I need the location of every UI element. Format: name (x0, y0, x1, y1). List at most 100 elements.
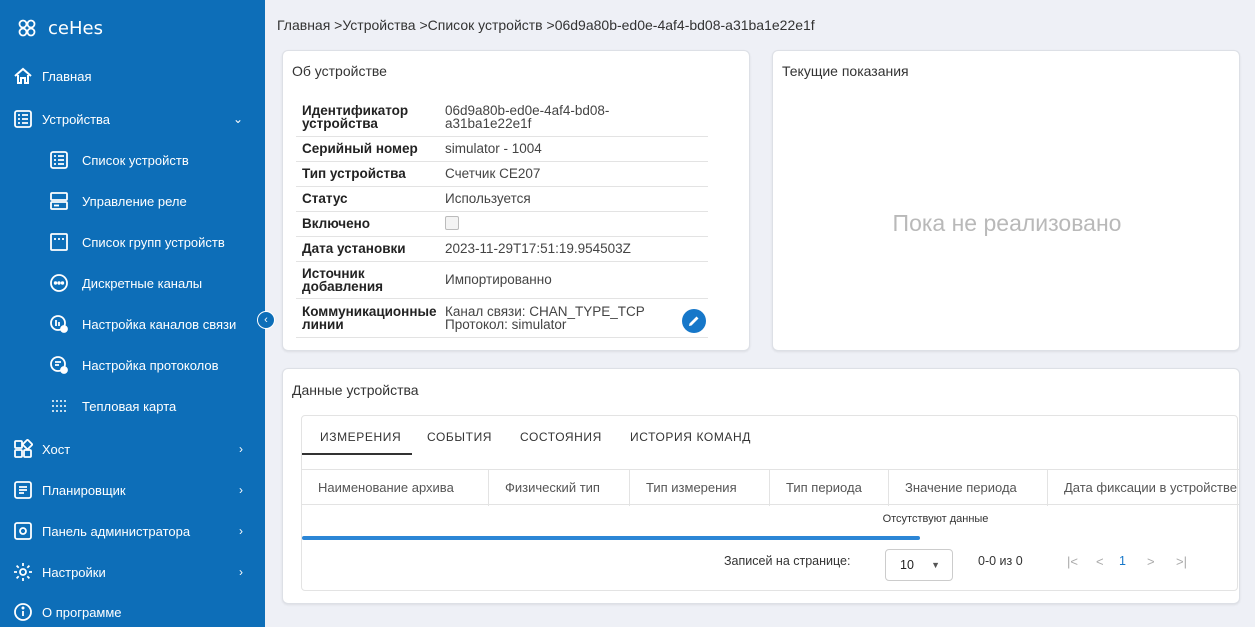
info-row-id: Идентификатор устройства 06d9a80b-ed0e-4a… (296, 99, 708, 137)
enabled-checkbox[interactable] (445, 215, 459, 230)
sidebar-item-label: Главная (42, 68, 92, 84)
info-value: Импортированно (445, 261, 708, 299)
last-page-icon[interactable]: >| (1176, 554, 1187, 569)
sidebar-item-label: Устройства (42, 111, 111, 127)
sidebar: ceHes Главная Устройства ⌄ Список устрой… (0, 0, 265, 627)
sidebar-item-home[interactable]: Главная (0, 56, 265, 96)
gear-icon (12, 561, 34, 583)
channel-settings-icon (48, 313, 70, 335)
info-row-install-date: Дата установки 2023-11-29T17:51:19.95450… (296, 236, 708, 262)
info-row-status: Статус Используется (296, 186, 708, 212)
table-header: Наименование архива Физический тип Тип и… (302, 469, 1239, 506)
chevron-down-icon: ⌄ (232, 112, 243, 126)
info-value: a31ba1e22e1f (445, 116, 532, 132)
info-row-type: Тип устройства Счетчик CE207 (296, 161, 708, 187)
breadcrumb: Главная >Устройства >Список устройств >0… (277, 17, 815, 33)
dots-circle-icon (48, 272, 70, 294)
edit-comm-lines-button[interactable] (682, 309, 706, 333)
sidebar-item-relay[interactable]: Управление реле (0, 181, 265, 221)
info-key: Серийный номер (296, 136, 445, 162)
sidebar-item-device-groups[interactable]: Список групп устройств (0, 222, 265, 262)
chevron-right-icon: › (239, 524, 243, 538)
info-key: Дата установки (296, 236, 445, 262)
info-key: Включено (296, 211, 445, 237)
home-icon (12, 65, 34, 87)
tab-events[interactable]: СОБЫТИЯ (427, 430, 492, 444)
info-value: Счетчик CE207 (445, 161, 708, 187)
info-key: линии (302, 316, 344, 332)
sidebar-item-admin[interactable]: Панель администратора › (0, 511, 265, 551)
column-header[interactable]: Тип периода (770, 470, 889, 506)
about-device-card: Об устройстве Идентификатор устройства 06… (282, 50, 750, 351)
column-header[interactable]: Дата фиксации в устройстве (1048, 470, 1239, 506)
chevron-right-icon: › (239, 442, 243, 456)
sidebar-collapse-button[interactable]: ‹ (257, 311, 275, 329)
list-box-icon (12, 108, 34, 130)
caret-down-icon: ▼ (931, 560, 940, 570)
sidebar-item-device-list[interactable]: Список устройств (0, 140, 265, 180)
sidebar-item-label: Настройки (42, 564, 106, 580)
chevron-right-icon: › (239, 483, 243, 497)
tab-measurements[interactable]: ИЗМЕРЕНИЯ (320, 430, 401, 444)
sidebar-item-heatmap[interactable]: Тепловая карта (0, 386, 265, 426)
sidebar-item-label: Настройка протоколов (82, 357, 219, 373)
info-key: устройства (302, 116, 378, 132)
sidebar-item-host[interactable]: Хост › (0, 429, 265, 469)
current-page[interactable]: 1 (1119, 554, 1126, 568)
column-header[interactable]: Физический тип (489, 470, 630, 506)
info-key: добавления (302, 278, 384, 294)
sidebar-item-label: Панель администратора (42, 523, 191, 539)
sidebar-item-label: Тепловая карта (82, 398, 177, 414)
sidebar-item-comm-channels[interactable]: Настройка каналов связи (0, 304, 265, 344)
next-page-icon[interactable]: > (1147, 554, 1155, 569)
first-page-icon[interactable]: |< (1067, 554, 1078, 569)
info-value: simulator - 1004 (445, 136, 708, 162)
card-title: Данные устройства (292, 382, 419, 398)
rows-per-page-value: 10 (900, 558, 914, 572)
sidebar-item-protocols[interactable]: Настройка протоколов (0, 345, 265, 385)
info-row-enabled: Включено (296, 211, 708, 237)
chevron-right-icon: › (239, 565, 243, 579)
tab-command-history[interactable]: ИСТОРИЯ КОМАНД (630, 430, 751, 444)
rows-per-page-label: Записей на странице: (724, 554, 851, 568)
info-value: 2023-11-29T17:51:19.954503Z (445, 236, 708, 262)
sidebar-item-scheduler[interactable]: Планировщик › (0, 470, 265, 510)
not-implemented-text: Пока не реализовано (892, 210, 1122, 236)
app-name: ceHes (48, 17, 103, 39)
list-box-icon (48, 149, 70, 171)
sidebar-item-label: Планировщик (42, 482, 126, 498)
sidebar-item-discrete-channels[interactable]: Дискретные каналы (0, 263, 265, 303)
app-logo-icon (18, 19, 36, 37)
brand[interactable]: ceHes (0, 0, 265, 56)
group-icon (48, 231, 70, 253)
info-key: Статус (296, 186, 445, 212)
device-data-card: Данные устройства ИЗМЕРЕНИЯ СОБЫТИЯ СОСТ… (282, 368, 1240, 604)
tab-states[interactable]: СОСТОЯНИЯ (520, 430, 602, 444)
page-range: 0-0 из 0 (978, 554, 1023, 568)
info-row-serial: Серийный номер simulator - 1004 (296, 136, 708, 162)
heatmap-icon (48, 395, 70, 417)
grid-icon (12, 438, 34, 460)
device-data-panel: ИЗМЕРЕНИЯ СОБЫТИЯ СОСТОЯНИЯ ИСТОРИЯ КОМА… (301, 415, 1239, 591)
pencil-icon (689, 316, 699, 326)
current-readings-card: Текущие показания Пока не реализовано (772, 50, 1240, 351)
column-header[interactable]: Тип измерения (630, 470, 770, 506)
sidebar-item-label: Настройка каналов связи (82, 316, 237, 332)
loading-progress-bar (302, 536, 920, 540)
rows-per-page-select[interactable]: 10 ▼ (885, 549, 953, 581)
active-tab-indicator (302, 453, 412, 455)
sidebar-item-label: Управление реле (82, 193, 187, 209)
prev-page-icon[interactable]: < (1096, 554, 1104, 569)
info-value: Протокол: simulator (445, 316, 567, 332)
empty-table-message: Отсутствуют данные (882, 513, 989, 525)
protocol-settings-icon (48, 354, 70, 376)
card-title: Текущие показания (782, 63, 909, 79)
sidebar-item-about[interactable]: О программе (0, 592, 265, 627)
admin-icon (12, 520, 34, 542)
sidebar-item-devices[interactable]: Устройства ⌄ (0, 99, 265, 139)
info-key: Тип устройства (296, 161, 445, 187)
sidebar-item-settings[interactable]: Настройки › (0, 552, 265, 592)
column-header[interactable]: Значение периода (889, 470, 1048, 506)
info-row-comm-lines: Коммуникационные линии Канал связи: CHAN_… (296, 298, 708, 338)
column-header[interactable]: Наименование архива (302, 470, 489, 506)
